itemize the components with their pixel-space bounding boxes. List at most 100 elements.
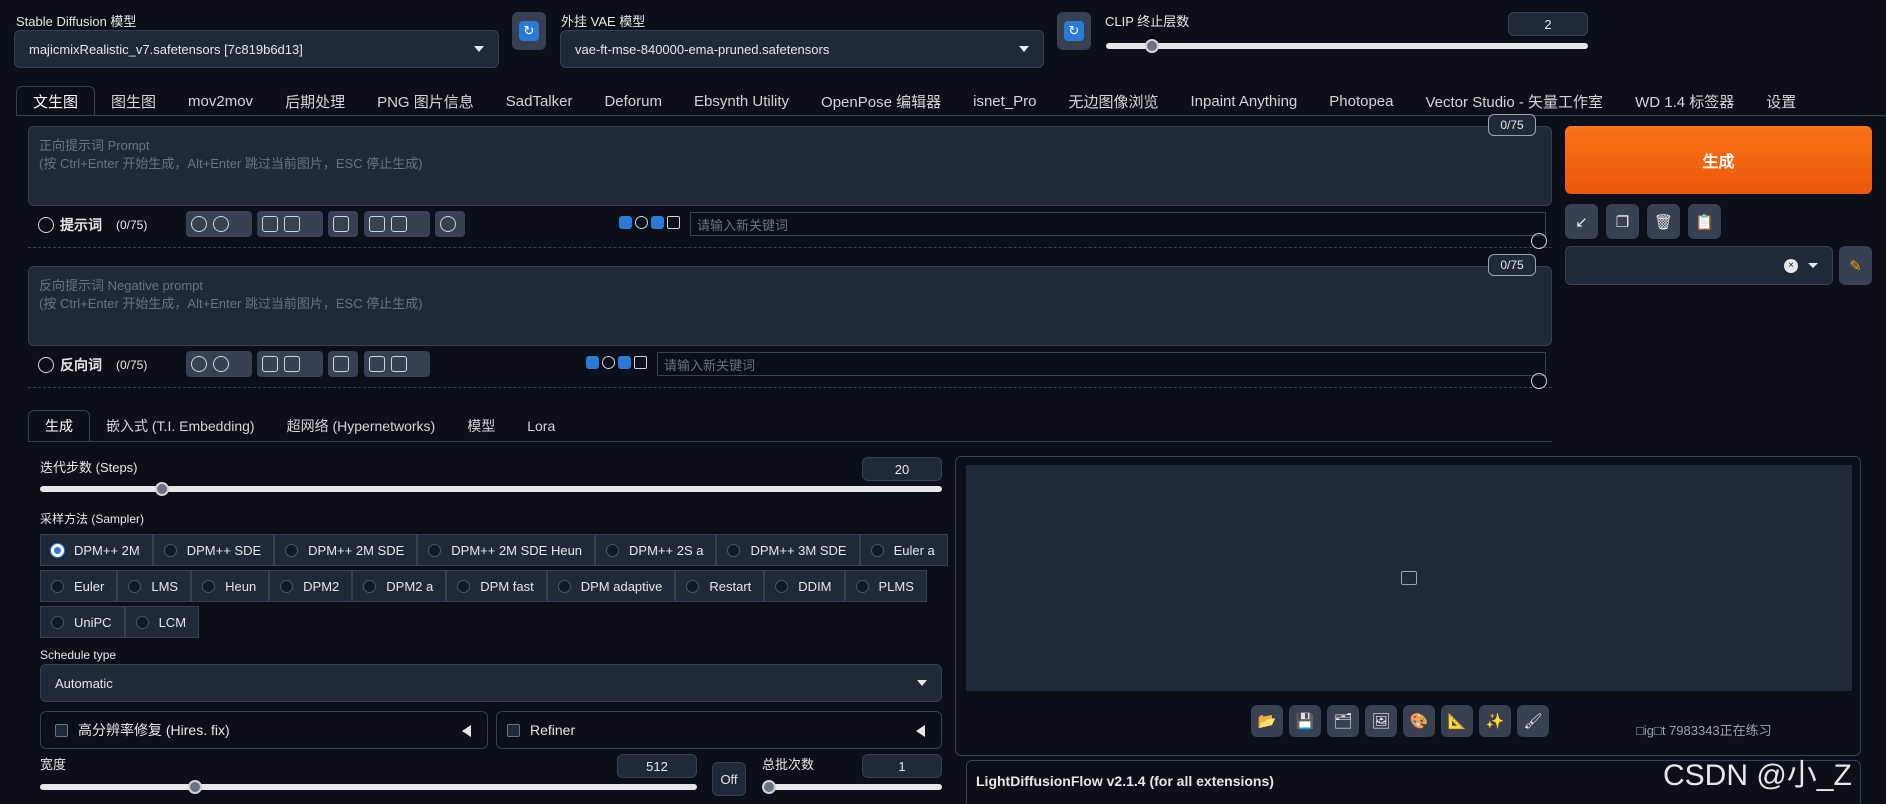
clip-number-input[interactable]: 2: [1508, 12, 1588, 36]
radio-button[interactable]: [202, 579, 216, 593]
main-tab[interactable]: Ebsynth Utility: [678, 86, 805, 116]
main-tab[interactable]: 文生图: [16, 86, 96, 116]
slider-thumb[interactable]: [155, 482, 170, 496]
main-tab[interactable]: 设置: [1750, 86, 1812, 116]
batch-count-slider[interactable]: [762, 780, 942, 794]
collapse-arrow-icon[interactable]: [462, 725, 471, 737]
negative-keyword-input[interactable]: 请输入新关键词: [657, 352, 1546, 376]
radio-button[interactable]: [606, 543, 620, 557]
sd-model-dropdown[interactable]: majicmixRealistic_v7.safetensors [7c819b…: [14, 30, 499, 68]
sampler-option[interactable]: LCM: [124, 606, 200, 638]
prompt-textarea[interactable]: 正向提示词 Prompt (按 Ctrl+Enter 开始生成，Alt+Ente…: [28, 126, 1552, 206]
radio-button[interactable]: [51, 579, 64, 593]
layout-icon[interactable]: [333, 216, 349, 232]
sampler-option[interactable]: Heun: [191, 570, 270, 602]
style-dropdown[interactable]: ×: [1565, 246, 1833, 285]
send-to-img2img-button[interactable]: 🖼: [1365, 705, 1397, 737]
chevron-up-icon[interactable]: [1530, 232, 1548, 250]
settings-icon[interactable]: [440, 216, 456, 232]
slider-thumb[interactable]: [1144, 39, 1159, 53]
main-tab[interactable]: Photopea: [1313, 86, 1409, 116]
prompt-keyword-input[interactable]: 请输入新关键词: [690, 212, 1546, 236]
paste-arrow-button[interactable]: ↙: [1565, 204, 1598, 239]
sampler-option[interactable]: Euler: [40, 570, 118, 602]
collapse-arrow-icon[interactable]: [916, 725, 925, 737]
sampler-option[interactable]: DPM adaptive: [546, 570, 676, 602]
checkbox-icon[interactable]: [651, 216, 664, 229]
sampler-option[interactable]: DPM2 a: [352, 570, 447, 602]
open-folder-button[interactable]: 📂: [1251, 705, 1283, 737]
radio-button[interactable]: [855, 579, 869, 593]
radio-button[interactable]: [557, 579, 571, 593]
schedule-dropdown[interactable]: Automatic: [40, 664, 942, 702]
gear-icon[interactable]: [213, 216, 229, 232]
main-tab[interactable]: Deforum: [588, 86, 678, 116]
layout-icon[interactable]: [333, 356, 349, 372]
clear-x-icon[interactable]: ×: [1784, 258, 1798, 273]
copy-icon[interactable]: [369, 216, 385, 232]
main-tab[interactable]: 后期处理: [269, 86, 361, 116]
sampler-option[interactable]: DPM++ 2M: [40, 534, 153, 566]
sub-tab[interactable]: 嵌入式 (T.I. Embedding): [90, 410, 271, 442]
document-edit-icon[interactable]: [262, 216, 278, 232]
sub-tab[interactable]: 超网络 (Hypernetworks): [271, 410, 452, 442]
radio-button[interactable]: [285, 543, 299, 557]
clip-slider[interactable]: [1106, 39, 1588, 53]
slider-thumb[interactable]: [187, 780, 202, 794]
refresh-sd-model-button[interactable]: ↻: [512, 12, 546, 50]
globe-icon[interactable]: [191, 216, 207, 232]
radio-button[interactable]: [135, 615, 149, 629]
refiner-panel[interactable]: Refiner: [496, 711, 942, 749]
radio-button[interactable]: [686, 579, 700, 593]
send-to-inpaint-button[interactable]: 🎨: [1403, 705, 1435, 737]
radio-button[interactable]: [163, 543, 177, 557]
trash-icon[interactable]: [391, 356, 407, 372]
off-toggle-button[interactable]: Off: [712, 762, 746, 796]
radio-button[interactable]: [280, 579, 294, 593]
radio-button[interactable]: [727, 543, 741, 557]
width-slider[interactable]: [40, 780, 697, 794]
checkbox-icon[interactable]: [586, 356, 599, 369]
sampler-option[interactable]: DPM++ 2M SDE Heun: [417, 534, 596, 566]
sampler-option[interactable]: UniPC: [40, 606, 125, 638]
radio-button[interactable]: [51, 543, 64, 557]
steps-slider[interactable]: [40, 482, 942, 496]
main-tab[interactable]: mov2mov: [172, 86, 269, 116]
main-tab[interactable]: SadTalker: [490, 86, 589, 116]
sampler-option[interactable]: DPM2: [269, 570, 353, 602]
brush-button[interactable]: 🖌: [1517, 705, 1549, 737]
generate-button[interactable]: 生成: [1565, 126, 1872, 194]
width-number-input[interactable]: 512: [617, 754, 697, 778]
slider-thumb[interactable]: [762, 780, 776, 794]
refresh-vae-button[interactable]: ↻: [1057, 12, 1091, 50]
sampler-option[interactable]: Restart: [675, 570, 765, 602]
main-tab[interactable]: 无边图像浏览: [1052, 86, 1174, 116]
main-tab[interactable]: PNG 图片信息: [361, 86, 490, 116]
sub-tab[interactable]: Lora: [511, 410, 571, 442]
copy-icon[interactable]: [369, 356, 385, 372]
radio-button[interactable]: [457, 579, 471, 593]
copy-button[interactable]: ❐: [1606, 204, 1639, 239]
main-tab[interactable]: 图生图: [95, 86, 172, 116]
checkbox-icon[interactable]: [619, 216, 632, 229]
bookmark-icon[interactable]: [284, 216, 300, 232]
sampler-option[interactable]: DPM++ 2S a: [595, 534, 717, 566]
negative-toolbar-toggle[interactable]: 反向词 (0/75): [38, 355, 147, 375]
clock-icon[interactable]: [635, 216, 648, 229]
save-button[interactable]: 💾: [1289, 705, 1321, 737]
radio-button[interactable]: [870, 543, 884, 557]
sub-tab[interactable]: 生成: [28, 410, 90, 442]
negative-prompt-textarea[interactable]: 反向提示词 Negative prompt (按 Ctrl+Enter 开始生成…: [28, 266, 1552, 346]
panel-icon[interactable]: [667, 216, 680, 229]
main-tab[interactable]: WD 1.4 标签器: [1619, 86, 1750, 116]
radio-button[interactable]: [363, 579, 377, 593]
sampler-option[interactable]: DPM++ 3M SDE: [716, 534, 860, 566]
globe-icon[interactable]: [191, 356, 207, 372]
clipboard-button[interactable]: 📋: [1688, 204, 1721, 239]
main-tab[interactable]: isnet_Pro: [957, 86, 1052, 116]
hires-fix-checkbox[interactable]: [55, 723, 68, 737]
document-edit-icon[interactable]: [262, 356, 278, 372]
main-tab[interactable]: Inpaint Anything: [1175, 86, 1314, 116]
sampler-option[interactable]: DDIM: [764, 570, 845, 602]
clear-button[interactable]: 🗑: [1647, 204, 1680, 239]
